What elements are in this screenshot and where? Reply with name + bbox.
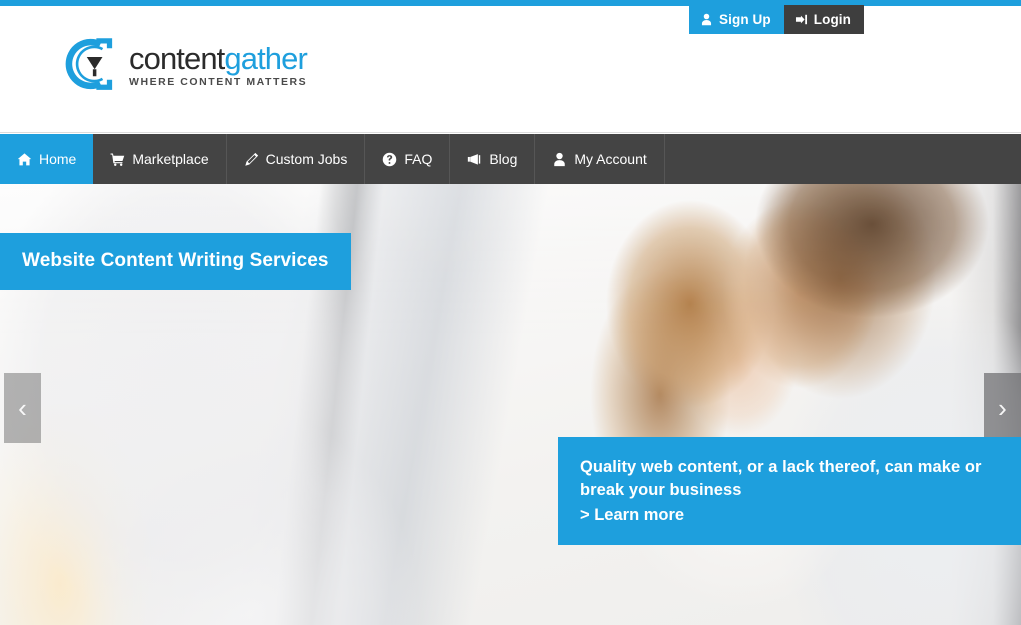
sign-in-icon [795, 13, 808, 26]
carousel-next-button[interactable]: › [984, 373, 1021, 443]
site-header: Sign Up Login contentgather WHERE CONTEN… [0, 5, 1021, 133]
nav-item-faq[interactable]: FAQ [365, 134, 451, 184]
hero-caption-text: Quality web content, or a lack thereof, … [580, 458, 982, 499]
hero-learn-more-link[interactable]: > Learn more [580, 506, 684, 525]
contentgather-c-funnel-logo-icon [64, 36, 120, 92]
shopping-cart-icon [110, 152, 125, 167]
user-icon [552, 152, 567, 167]
main-navigation: Home Marketplace Custom Jobs FAQ Blog My… [0, 134, 1021, 184]
page-root: Sign Up Login contentgather WHERE CONTEN… [0, 0, 1021, 625]
nav-item-faq-label: FAQ [404, 151, 433, 167]
nav-item-custom-jobs-label: Custom Jobs [265, 151, 348, 167]
chevron-left-icon: ‹ [18, 393, 27, 423]
home-icon [17, 152, 32, 167]
nav-item-custom-jobs[interactable]: Custom Jobs [227, 134, 366, 184]
auth-button-group: Sign Up Login [689, 5, 864, 34]
nav-item-home-label: Home [39, 151, 77, 167]
bullhorn-icon [467, 152, 482, 167]
nav-item-blog[interactable]: Blog [450, 134, 536, 184]
question-circle-icon [382, 152, 397, 167]
sign-up-label: Sign Up [719, 12, 771, 27]
nav-item-my-account-label: My Account [574, 151, 647, 167]
sign-up-button[interactable]: Sign Up [689, 5, 784, 34]
pencil-icon [244, 152, 259, 167]
login-button[interactable]: Login [783, 5, 864, 34]
hero-slide-title: Website Content Writing Services [0, 233, 351, 290]
user-icon [700, 13, 713, 26]
site-logo[interactable]: contentgather WHERE CONTENT MATTERS [64, 36, 308, 92]
login-label: Login [813, 12, 851, 27]
logo-word-content: content [129, 41, 225, 76]
nav-item-blog-label: Blog [489, 151, 518, 167]
hero-caption-panel: Quality web content, or a lack thereof, … [558, 437, 1021, 545]
chevron-right-icon: › [998, 393, 1007, 423]
carousel-prev-button[interactable]: ‹ [4, 373, 41, 443]
logo-text: contentgather WHERE CONTENT MATTERS [129, 40, 308, 88]
nav-item-marketplace-label: Marketplace [132, 151, 209, 167]
nav-item-home[interactable]: Home [0, 134, 94, 184]
hero-slider: Website Content Writing Services ‹ › Qua… [0, 184, 1021, 625]
nav-item-marketplace[interactable]: Marketplace [93, 134, 227, 184]
logo-tagline: WHERE CONTENT MATTERS [129, 76, 308, 88]
logo-word-gather: gather [224, 41, 307, 76]
logo-wordmark: contentgather [129, 41, 308, 76]
nav-item-my-account[interactable]: My Account [535, 134, 665, 184]
